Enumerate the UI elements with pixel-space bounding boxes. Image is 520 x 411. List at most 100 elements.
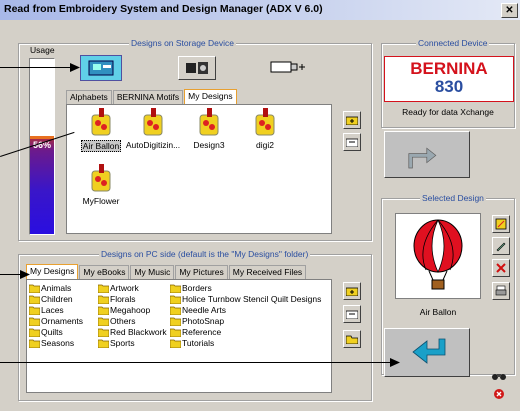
device-model: 830	[434, 77, 464, 96]
binoculars-icon	[492, 374, 506, 380]
new-folder-icon	[346, 287, 358, 296]
folder-label: Sports	[110, 338, 135, 348]
folder-item[interactable]: Animals	[29, 283, 71, 293]
close-button[interactable]: ✕	[501, 3, 518, 18]
folder-item[interactable]: Quilts	[29, 327, 63, 337]
exit-button[interactable]	[493, 388, 505, 400]
card-reader-device-button[interactable]	[80, 55, 122, 81]
binoculars-button[interactable]	[492, 370, 506, 382]
tab-my-designs-pc[interactable]: My Designs	[26, 264, 79, 280]
design-item-autodigitizing[interactable]: AutoDigitizin...	[125, 107, 181, 150]
delete-design-button[interactable]	[492, 259, 510, 277]
title-bar: Read from Embroidery System and Design M…	[0, 0, 520, 20]
folder-item[interactable]: Seasons	[29, 338, 74, 348]
folder-label: PhotoSnap	[182, 316, 225, 326]
design-name: digi2	[256, 140, 274, 150]
folder-icon	[170, 317, 181, 326]
folder-item[interactable]: Florals	[98, 294, 136, 304]
send-to-device-button[interactable]	[384, 131, 470, 178]
delete-x-icon	[496, 263, 506, 273]
folder-item[interactable]: Laces	[29, 305, 64, 315]
design-item-air-ballon[interactable]: Air Ballon	[73, 107, 129, 152]
folder-item[interactable]: Sports	[98, 338, 135, 348]
arrowhead-icon	[70, 63, 80, 72]
folder-label: Quilts	[41, 327, 63, 337]
folder-icon	[170, 306, 181, 315]
folder-item[interactable]: Borders	[170, 283, 212, 293]
embroidery-machine-icon	[186, 62, 208, 74]
folder-label: Animals	[41, 283, 72, 293]
tab-my-pictures[interactable]: My Pictures	[175, 265, 228, 279]
storage-group-title: Designs on Storage Device	[129, 38, 237, 48]
tab-alphabets[interactable]: Alphabets	[66, 90, 112, 104]
folder-label: Red Blackwork	[110, 327, 167, 337]
folder-label: Ornaments	[41, 316, 84, 326]
open-folder-icon	[346, 335, 358, 344]
folder-item[interactable]: Red Blackwork	[98, 327, 167, 337]
folder-icon	[98, 339, 109, 348]
rename-folder-icon	[346, 138, 358, 147]
design-name: MyFlower	[82, 196, 120, 206]
usb-device-button[interactable]	[268, 56, 308, 78]
design-name: Design3	[193, 140, 225, 150]
storage-rename-button[interactable]	[343, 133, 361, 151]
embroidery-module-device-button[interactable]	[178, 56, 216, 80]
folder-label: Laces	[41, 305, 64, 315]
tab-my-music[interactable]: My Music	[130, 265, 175, 279]
design-thumbnail-icon	[91, 164, 111, 192]
card-reader-icon	[88, 60, 114, 76]
folder-item[interactable]: Children	[29, 294, 73, 304]
receive-to-pc-button[interactable]	[384, 328, 470, 377]
folder-item[interactable]: Artwork	[98, 283, 139, 293]
dialog-window: Read from Embroidery System and Design M…	[0, 0, 520, 411]
transfer-arrow-icon	[412, 338, 446, 364]
pc-browse-folder-button[interactable]	[343, 330, 361, 348]
rename-folder-icon	[346, 310, 358, 319]
pc-rename-button[interactable]	[343, 305, 361, 323]
edit-design-button[interactable]	[492, 215, 510, 233]
folder-item[interactable]: Ornaments	[29, 316, 83, 326]
folder-icon	[98, 295, 109, 304]
folder-item[interactable]: Others	[98, 316, 136, 326]
pencil-icon	[496, 242, 506, 252]
folder-icon	[98, 317, 109, 326]
design-item-digi2[interactable]: digi2	[237, 107, 293, 150]
folder-icon	[98, 328, 109, 337]
tab-my-ebooks[interactable]: My eBooks	[79, 265, 130, 279]
arrowhead-icon	[20, 270, 30, 279]
folder-label: Others	[110, 316, 136, 326]
tab-my-received-files[interactable]: My Received Files	[228, 265, 307, 279]
edit-icon	[495, 218, 507, 230]
design-name: AutoDigitizin...	[125, 140, 181, 150]
folder-icon	[29, 295, 40, 304]
folder-item[interactable]: Reference	[170, 327, 221, 337]
folder-item[interactable]: Holice Turnbow Stencil Quilt Designs	[170, 294, 321, 304]
print-design-button[interactable]	[492, 282, 510, 300]
folder-label: Tutorials	[182, 338, 215, 348]
arrowhead-icon	[390, 358, 400, 367]
design-thumbnail-icon	[199, 108, 219, 136]
folder-item[interactable]: Tutorials	[170, 338, 214, 348]
folder-icon	[29, 328, 40, 337]
folder-item[interactable]: Needle Arts	[170, 305, 226, 315]
tab-my-designs-storage[interactable]: My Designs	[184, 89, 237, 105]
folder-item[interactable]: PhotoSnap	[170, 316, 224, 326]
folder-label: Florals	[110, 294, 136, 304]
callout-arrow-card-reader	[0, 67, 78, 68]
usage-meter: 56%	[29, 58, 55, 235]
design-item-myflower[interactable]: MyFlower	[73, 163, 129, 206]
usb-stick-icon	[270, 61, 305, 73]
folder-icon	[170, 328, 181, 337]
folder-item[interactable]: Megahoop	[98, 305, 150, 315]
folder-label: Reference	[182, 327, 222, 337]
design-thumbnail-icon	[255, 108, 275, 136]
folder-icon	[170, 339, 181, 348]
design-item-design3[interactable]: Design3	[181, 107, 237, 150]
pc-new-folder-button[interactable]	[343, 282, 361, 300]
design-name: Air Ballon	[80, 140, 122, 152]
device-brand: BERNINA	[410, 59, 488, 78]
tab-bernina-motifs[interactable]: BERNINA Motifs	[112, 90, 184, 104]
folder-label: Children	[41, 294, 73, 304]
storage-new-folder-button[interactable]	[343, 111, 361, 129]
properties-button[interactable]	[492, 237, 510, 255]
